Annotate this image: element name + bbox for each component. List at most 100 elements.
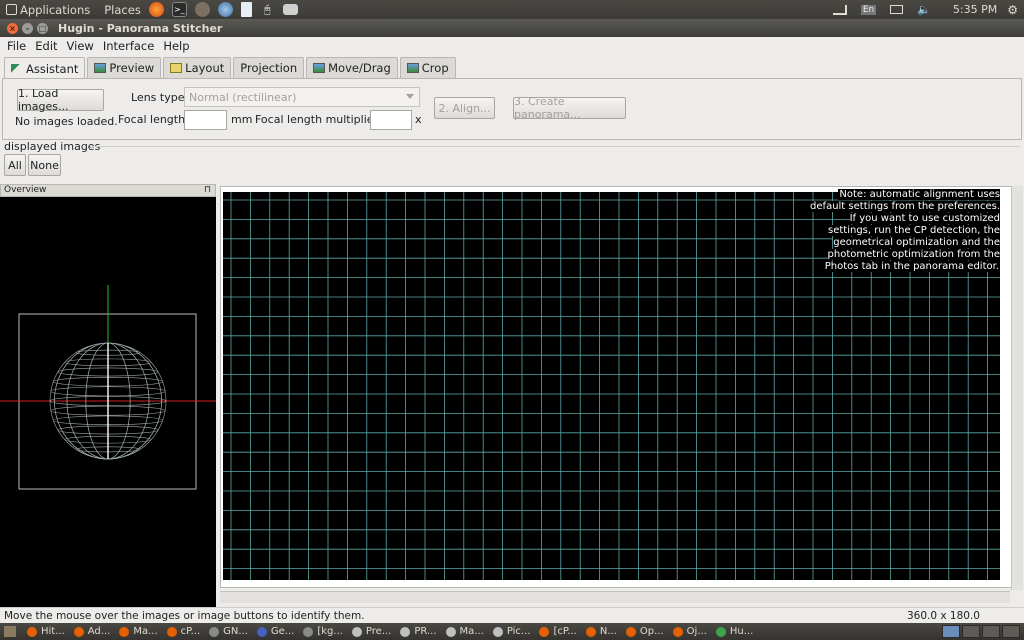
overview-title: Overview	[4, 185, 47, 195]
taskbar-item[interactable]: GN...	[206, 624, 251, 639]
load-images-button[interactable]: 1. Load images...	[17, 87, 104, 113]
mm-unit-label: mm	[231, 113, 253, 126]
lens-type-select[interactable]: Normal (rectilinear)	[184, 87, 420, 107]
workspace-3[interactable]	[982, 625, 1000, 638]
taskbar: Hit... Ad... Ma... cP... GN... Ge... [kg... Pre…	[0, 623, 1024, 640]
app-icon	[119, 626, 130, 637]
taskbar-item[interactable]: cP...	[164, 624, 204, 639]
taskbar-item-label: Oj...	[686, 626, 707, 637]
task-list: Hit... Ad... Ma... cP... GN... Ge... [kg... Pre…	[24, 624, 759, 639]
align-button[interactable]: 2. Align...	[434, 97, 495, 119]
workspace-4[interactable]	[1002, 625, 1020, 638]
focal-length-input[interactable]	[184, 110, 227, 130]
firefox-icon[interactable]	[148, 2, 164, 17]
displayed-images-label: displayed images	[4, 140, 101, 153]
taskbar-item[interactable]: Ma...	[443, 624, 487, 639]
app-icon	[445, 626, 456, 637]
tab-label: Crop	[421, 61, 449, 75]
statusbar: Move the mouse over the images or image …	[0, 607, 1024, 623]
menu-help[interactable]: Help	[163, 39, 189, 53]
tab-projection[interactable]: Projection	[233, 57, 305, 78]
mouse-icon[interactable]: 🖰	[260, 2, 275, 17]
power-gear-icon[interactable]: ⚙	[1007, 3, 1018, 17]
taskbar-item[interactable]: Op...	[623, 624, 667, 639]
window-titlebar[interactable]: × – □ Hugin - Panorama Stitcher	[0, 19, 1024, 37]
create-panorama-button[interactable]: 3. Create panorama...	[513, 95, 626, 121]
app-icon	[672, 626, 683, 637]
taskbar-item-label: Hu...	[729, 626, 754, 637]
tab-assistant[interactable]: Assistant	[4, 57, 86, 79]
taskbar-item[interactable]: [cP...	[536, 624, 579, 639]
layout-grid-icon	[170, 63, 183, 73]
volume-icon[interactable]: 🔈	[917, 3, 931, 16]
divider	[90, 146, 1020, 147]
focal-length-label: Focal length:	[118, 113, 189, 126]
workspace-1[interactable]	[942, 625, 960, 638]
taskbar-item[interactable]: Ge...	[254, 624, 297, 639]
gimp-icon[interactable]	[194, 2, 210, 17]
signal-strength-icon[interactable]	[832, 4, 847, 15]
taskbar-item[interactable]: Oj...	[670, 624, 710, 639]
clock[interactable]: 5:35 PM	[953, 3, 997, 16]
tab-move-drag[interactable]: Move/Drag	[306, 57, 398, 78]
taskbar-item[interactable]: Hu...	[713, 624, 756, 639]
taskbar-item-label: Op...	[639, 626, 664, 637]
taskbar-item[interactable]: [kg...	[300, 624, 346, 639]
window-title: Hugin - Panorama Stitcher	[58, 21, 223, 35]
workspace-2[interactable]	[962, 625, 980, 638]
taskbar-item[interactable]: Ma...	[116, 624, 160, 639]
alignment-note: Note: automatic alignment uses default s…	[804, 189, 1000, 273]
taskbar-item-label: [cP...	[553, 626, 577, 637]
maximize-window-icon[interactable]: □	[37, 22, 48, 34]
show-all-images-button[interactable]: All	[4, 154, 26, 176]
taskbar-item[interactable]: Hit...	[24, 624, 68, 639]
app-icon	[73, 626, 84, 637]
horizontal-scrollbar[interactable]	[220, 591, 1010, 603]
assistant-panel: 1. Load images... No images loaded. Lens…	[2, 78, 1022, 140]
menu-view[interactable]: View	[67, 39, 94, 53]
preview-image-icon	[94, 63, 107, 73]
taskbar-item[interactable]: PR...	[397, 624, 439, 639]
tab-label: Assistant	[26, 61, 79, 76]
menubar: File Edit View Interface Help	[0, 37, 1024, 55]
places-menu[interactable]: Places	[104, 3, 141, 17]
top-panel: Applications Places >_ 🖰 En 🔈 5:35 PM ⚙	[0, 0, 1024, 19]
minimize-window-icon[interactable]: –	[22, 22, 33, 34]
menu-interface[interactable]: Interface	[103, 39, 155, 53]
taskbar-item-label: Ge...	[270, 626, 295, 637]
tab-layout[interactable]: Layout	[163, 57, 232, 78]
tab-crop[interactable]: Crop	[399, 57, 456, 78]
mail-icon[interactable]	[890, 5, 904, 14]
keyboard-language-indicator[interactable]: En	[860, 4, 877, 15]
tab-preview[interactable]: Preview	[87, 57, 162, 78]
applications-menu[interactable]: Applications	[6, 3, 90, 17]
show-no-images-button[interactable]: None	[28, 154, 61, 176]
taskbar-item[interactable]: N...	[583, 624, 620, 639]
tab-bar: Assistant Preview Layout Projection Move…	[4, 57, 458, 79]
app-icon	[715, 626, 726, 637]
vertical-scrollbar[interactable]	[1011, 186, 1023, 590]
taskbar-item[interactable]: Pre...	[349, 624, 394, 639]
taskbar-item[interactable]: Ad...	[71, 624, 114, 639]
show-desktop-icon[interactable]	[4, 626, 16, 637]
lens-type-label: Lens type:	[131, 91, 189, 104]
terminal-icon[interactable]: >_	[171, 2, 187, 17]
tab-label: Layout	[185, 61, 225, 75]
pin-icon[interactable]: ⊓	[204, 185, 211, 196]
close-window-icon[interactable]: ×	[7, 22, 18, 34]
tab-label: Move/Drag	[328, 61, 391, 75]
app-icon	[209, 626, 220, 637]
menu-file[interactable]: File	[7, 39, 26, 53]
taskbar-item[interactable]: Pic...	[490, 624, 534, 639]
workspace-switcher	[940, 625, 1020, 638]
printer-icon[interactable]	[282, 4, 298, 15]
taskbar-item-label: N...	[599, 626, 617, 637]
menu-edit[interactable]: Edit	[35, 39, 57, 53]
focal-multiplier-input[interactable]	[370, 110, 412, 130]
images-status-text: No images loaded.	[15, 115, 118, 128]
overview-canvas[interactable]	[0, 197, 216, 607]
network-globe-icon[interactable]	[217, 2, 233, 17]
focal-multiplier-label: Focal length multiplier:	[255, 113, 382, 126]
document-icon[interactable]	[240, 2, 252, 17]
app-icon	[27, 626, 37, 637]
